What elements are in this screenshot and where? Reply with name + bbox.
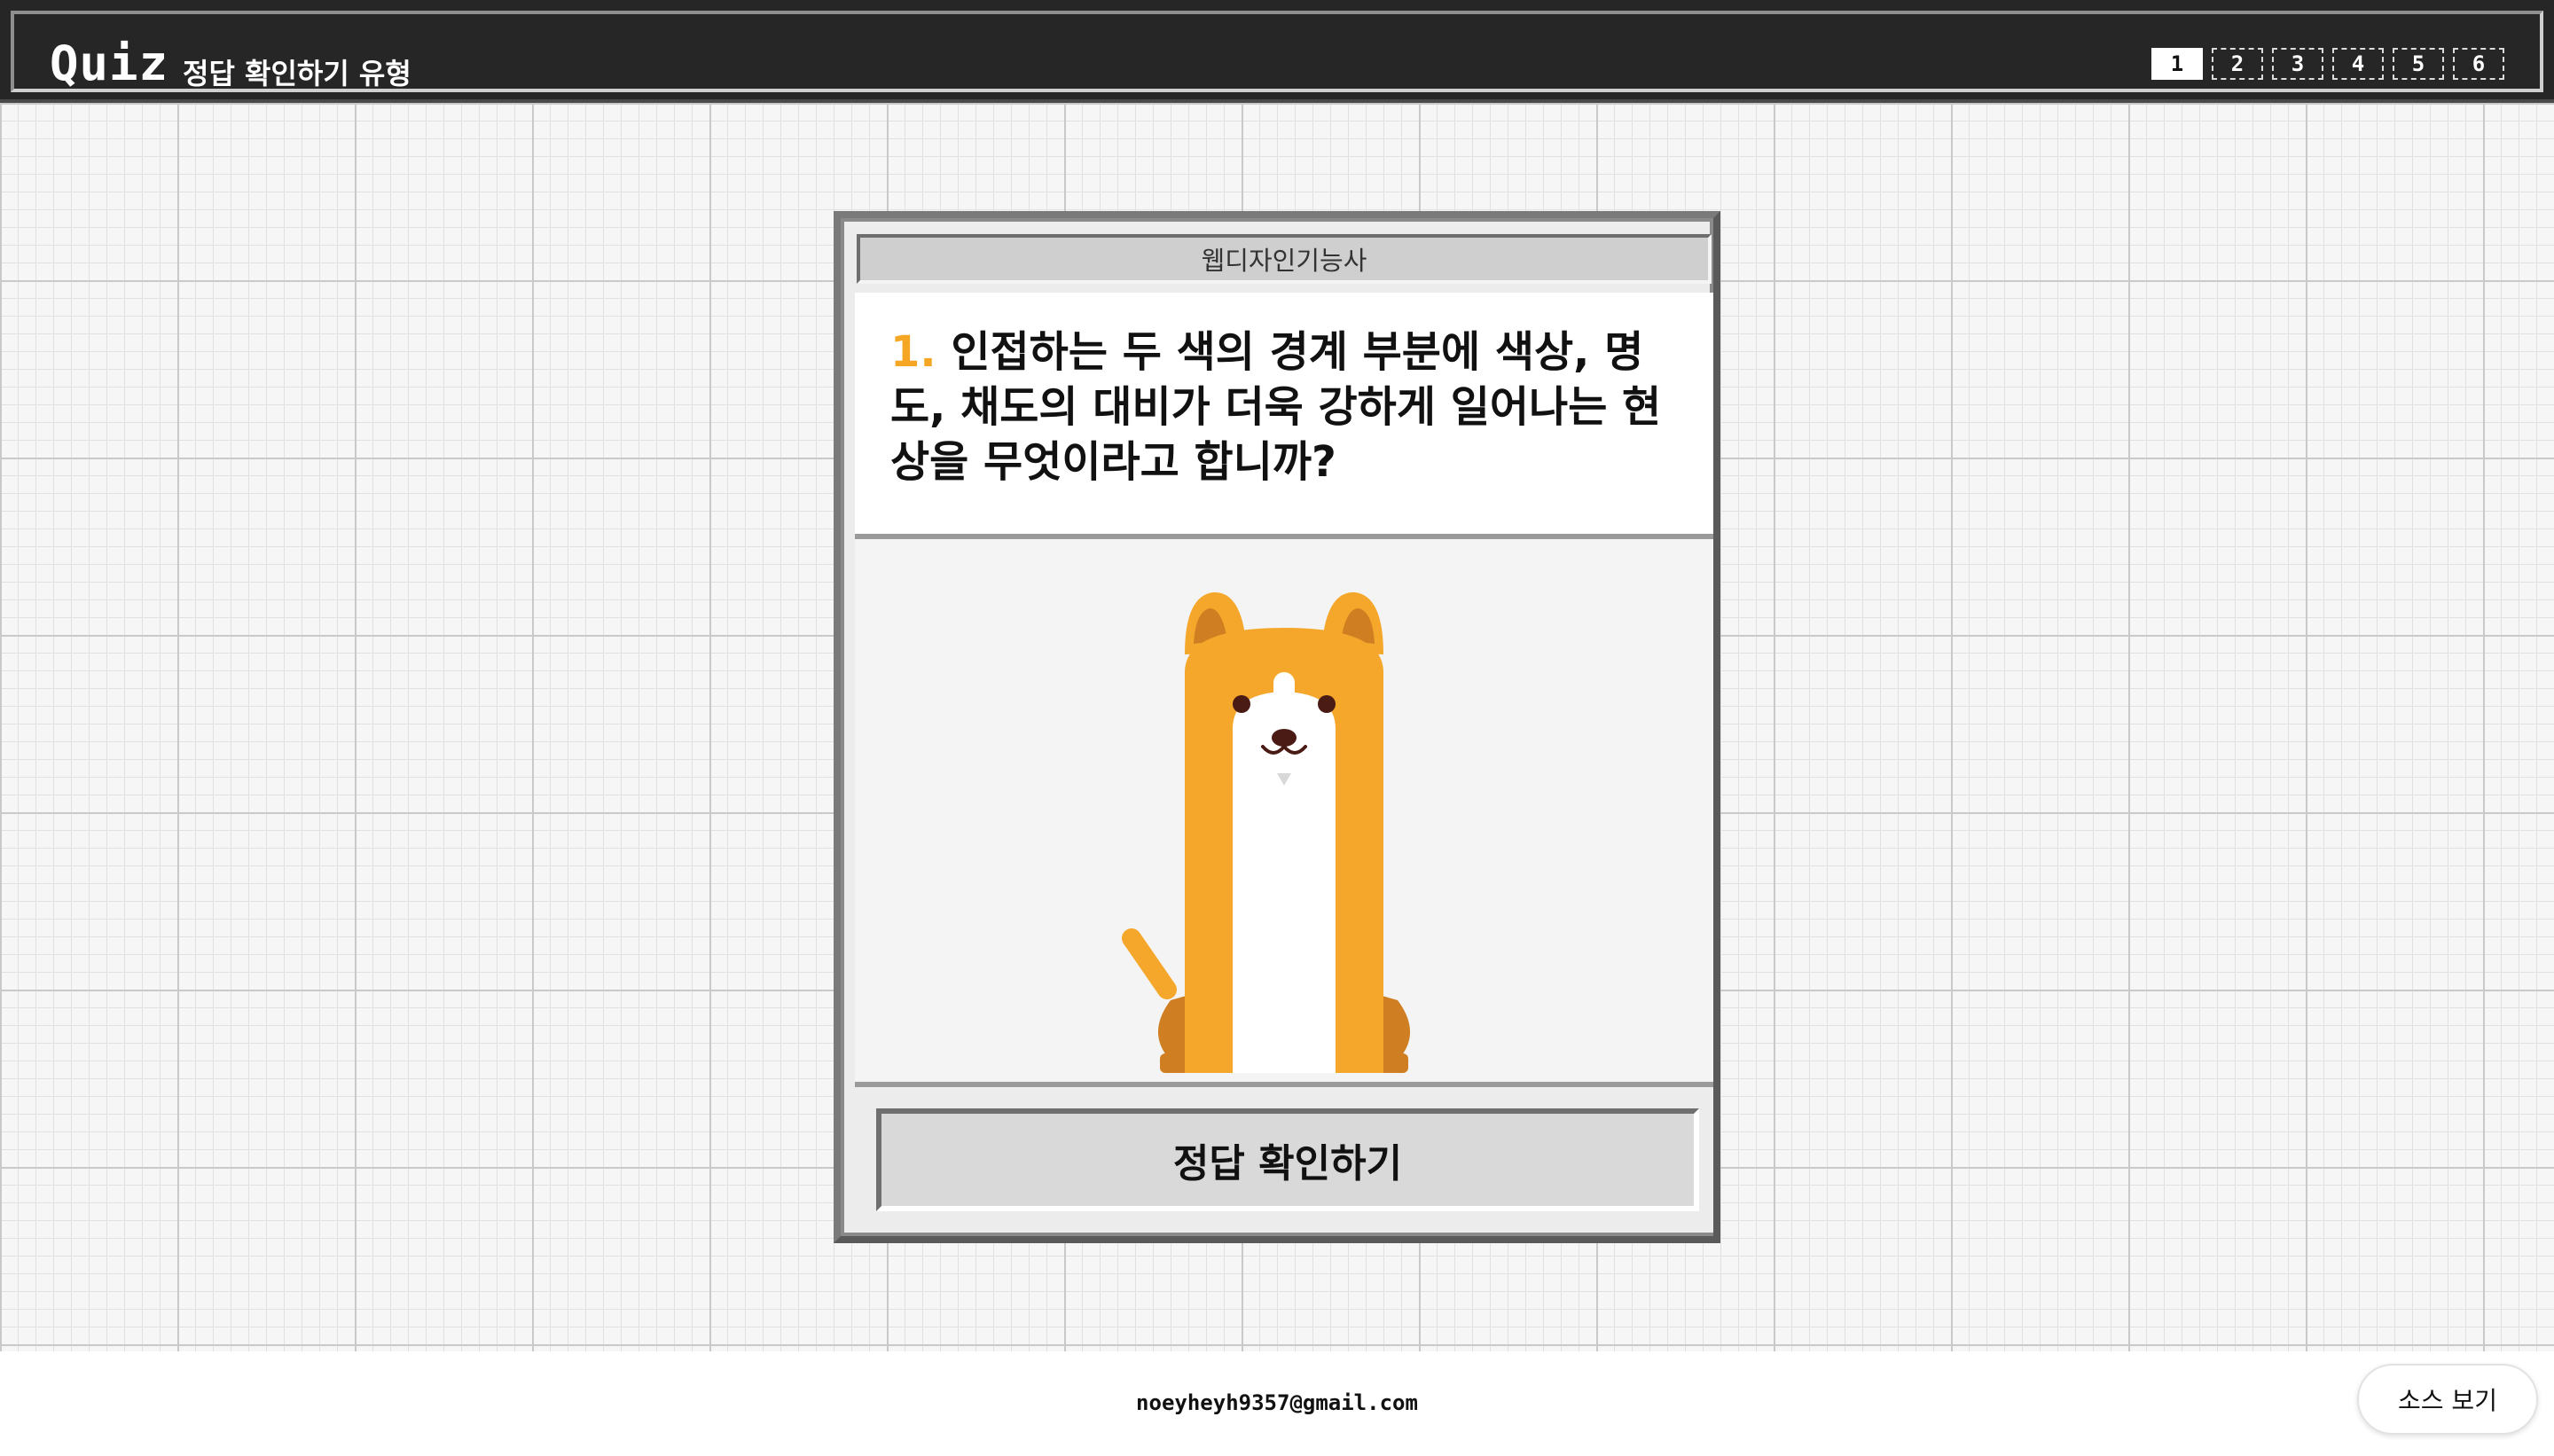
page-button-6[interactable]: 6 [2453,48,2504,80]
top-header: Quiz 정답 확인하기 유형 1 2 3 4 5 6 [0,0,2554,103]
page-button-3[interactable]: 3 [2272,48,2323,80]
page-button-4[interactable]: 4 [2332,48,2384,80]
question-body: 인접하는 두 색의 경계 부분에 색상, 명도, 채도의 대비가 더욱 강하게 … [890,327,1662,487]
answer-area: 정답 확인하기 [855,1087,1713,1233]
footer: noeyheyh9357@gmail.com 소스 보기 [0,1351,2554,1456]
question-text: 1. 인접하는 두 색의 경계 부분에 색상, 명도, 채도의 대비가 더욱 강… [890,325,1671,489]
header-subtitle: 정답 확인하기 유형 [183,57,411,90]
page-button-5[interactable]: 5 [2393,48,2444,80]
quiz-card-inner: 웹디자인기능사 1. 인접하는 두 색의 경계 부분에 색상, 명도, 채도의 … [844,222,1713,1233]
page-button-1[interactable]: 1 [2151,48,2203,80]
quiz-card: 웹디자인기능사 1. 인접하는 두 색의 경계 부분에 색상, 명도, 채도의 … [834,211,1720,1243]
check-answer-button[interactable]: 정답 확인하기 [876,1108,1699,1211]
view-source-button[interactable]: 소스 보기 [2357,1364,2538,1435]
header-frame: Quiz 정답 확인하기 유형 1 2 3 4 5 6 [11,11,2543,92]
question-area: 1. 인접하는 두 색의 경계 부분에 색상, 명도, 채도의 대비가 더욱 강… [855,293,1713,539]
page-button-2[interactable]: 2 [2212,48,2263,80]
question-number: 1. [890,327,936,377]
quiz-pagination: 1 2 3 4 5 6 [2151,48,2504,80]
quiz-category-title: 웹디자인기능사 [857,234,1712,284]
corgi-dog-icon [1122,591,1411,1073]
question-image-area [855,539,1713,1087]
logo[interactable]: Quiz [50,35,168,91]
contact-email: noeyheyh9357@gmail.com [1136,1390,1418,1415]
